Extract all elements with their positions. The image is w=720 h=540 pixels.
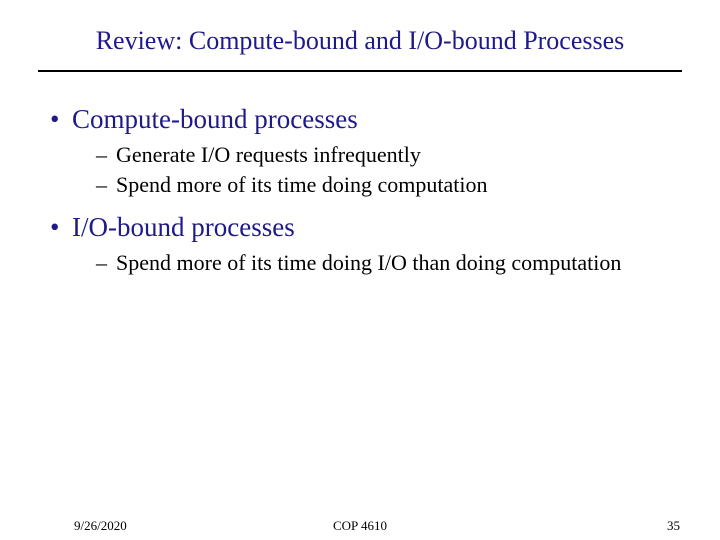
sub-bullet: Generate I/O requests infrequently [96, 141, 670, 169]
footer-course: COP 4610 [333, 518, 387, 534]
bullet-compute-bound: Compute-bound processes [50, 104, 670, 135]
slide-content: Compute-bound processes Generate I/O req… [0, 72, 720, 277]
slide: Review: Compute-bound and I/O-bound Proc… [0, 0, 720, 540]
sub-bullet: Spend more of its time doing I/O than do… [96, 249, 670, 277]
footer-date: 9/26/2020 [74, 518, 127, 534]
bullet-io-bound: I/O-bound processes [50, 212, 670, 243]
sub-bullet: Spend more of its time doing computation [96, 171, 670, 199]
slide-title: Review: Compute-bound and I/O-bound Proc… [0, 0, 720, 66]
footer-page-number: 35 [667, 518, 680, 534]
